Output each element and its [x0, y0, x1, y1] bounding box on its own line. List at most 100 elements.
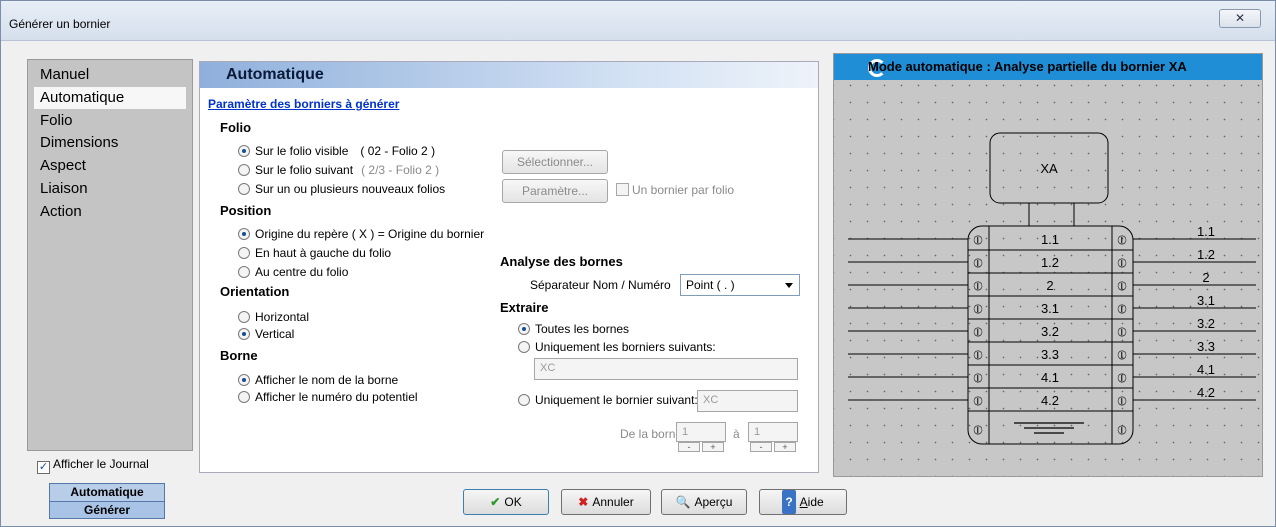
- section-link-parametres[interactable]: Paramètre des borniers à générer: [208, 97, 399, 111]
- radio-icon: [238, 374, 250, 386]
- borniers-suivants-input[interactable]: XC: [534, 358, 798, 380]
- radio-horizontal[interactable]: Horizontal: [238, 310, 309, 324]
- terminal-label: 2: [1046, 278, 1053, 293]
- nav-item-action[interactable]: Action: [34, 201, 186, 223]
- terminal-label-right: 4.2: [1197, 385, 1215, 400]
- cross-icon: ✖: [578, 495, 589, 509]
- journal-checkbox[interactable]: ✓ Afficher le Journal: [37, 457, 149, 474]
- terminal-symbol-icon: ⦶: [1117, 233, 1127, 248]
- nav-item-automatique[interactable]: Automatique: [34, 87, 186, 109]
- preview-header: Mode automatique : Analyse partielle du …: [834, 54, 1262, 80]
- radio-label: Afficher le numéro du potentiel: [255, 390, 418, 404]
- terminal-symbol-icon: ⦶: [973, 371, 983, 386]
- nav-item-liaison[interactable]: Liaison: [34, 178, 186, 200]
- cancel-button[interactable]: ✖ Annuler: [561, 489, 651, 515]
- radio-label: Toutes les bornes: [535, 322, 630, 336]
- radio-numero-potentiel[interactable]: Afficher le numéro du potentiel: [238, 390, 418, 404]
- terminal-symbol-icon: ⦶: [973, 256, 983, 271]
- terminal-label: 3.2: [1041, 324, 1059, 339]
- panel-title: Automatique: [226, 66, 324, 83]
- radio-label: Sur le folio suivant: [255, 163, 354, 177]
- terminal-symbol-icon: ⦶: [1117, 394, 1127, 409]
- range-to-input[interactable]: 1: [748, 422, 798, 442]
- checkbox-icon: [616, 183, 629, 196]
- radio-icon: [238, 311, 250, 323]
- close-button[interactable]: ✕: [1219, 9, 1261, 28]
- mode-tab-generer[interactable]: Générer: [50, 501, 164, 518]
- radio-nouveaux-folios[interactable]: Sur un ou plusieurs nouveaux folios: [238, 182, 445, 196]
- bornier-name: XA: [1040, 161, 1058, 176]
- close-icon: ✕: [1234, 11, 1246, 25]
- terminal-label-right: 1.2: [1197, 247, 1215, 262]
- terminal-label: 3.1: [1041, 301, 1059, 316]
- one-per-folio-checkbox[interactable]: Un bornier par folio: [616, 183, 734, 197]
- radio-icon: [238, 145, 250, 157]
- radio-origine-repere[interactable]: Origine du repère ( X ) = Origine du bor…: [238, 227, 484, 241]
- check-icon: ✔: [490, 495, 501, 509]
- radio-borniers-suivants[interactable]: Uniquement les borniers suivants:: [518, 340, 716, 354]
- radio-icon: [238, 164, 250, 176]
- terminal-symbol-icon: ⦶: [1117, 348, 1127, 363]
- radio-icon: [238, 228, 250, 240]
- terminal-symbol-icon: ⦶: [1117, 302, 1127, 317]
- panel-header: Automatique: [200, 62, 818, 88]
- terminal-symbol-icon: ⦶: [1117, 325, 1127, 340]
- radio-haut-gauche[interactable]: En haut à gauche du folio: [238, 246, 391, 260]
- radio-icon: [238, 247, 250, 259]
- radio-folio-suivant[interactable]: Sur le folio suivant ( 2/3 - Folio 2 ): [238, 163, 439, 177]
- radio-folio-visible[interactable]: Sur le folio visible ( 02 - Folio 2 ): [238, 144, 435, 158]
- radio-icon: [238, 183, 250, 195]
- automatique-panel: Automatique Paramètre des borniers à gén…: [199, 61, 819, 473]
- nav-list: Manuel Automatique Folio Dimensions Aspe…: [27, 59, 193, 451]
- radio-icon: [518, 341, 530, 353]
- help-label-prefix: A: [799, 495, 808, 509]
- terminal-label: 1.1: [1041, 232, 1059, 247]
- nav-item-aspect[interactable]: Aspect: [34, 155, 186, 177]
- terminal-symbol-icon: ⦶: [1117, 423, 1127, 438]
- folio-suivant-info: ( 2/3 - Folio 2 ): [361, 163, 440, 177]
- preview-panel: Mode automatique : Analyse partielle du …: [833, 53, 1263, 477]
- radio-label: Uniquement les borniers suivants:: [535, 340, 716, 354]
- select-button[interactable]: Sélectionner...: [502, 150, 608, 174]
- ok-button[interactable]: ✔ OK: [463, 489, 549, 515]
- nav-item-manuel[interactable]: Manuel: [34, 64, 186, 86]
- help-button[interactable]: ? Aide: [759, 489, 847, 515]
- range-from-minus[interactable]: -: [678, 442, 700, 452]
- radio-vertical[interactable]: Vertical: [238, 327, 294, 341]
- window-title: Générer un bornier: [9, 17, 111, 31]
- range-from-plus[interactable]: +: [702, 442, 724, 452]
- terminal-symbol-icon: ⦶: [973, 394, 983, 409]
- radio-label: Vertical: [255, 327, 295, 341]
- help-label-rest: ide: [807, 495, 824, 509]
- radio-bornier-suivant[interactable]: Uniquement le bornier suivant:: [518, 393, 698, 407]
- checkbox-label: Un bornier par folio: [632, 183, 735, 197]
- radio-icon: [518, 323, 530, 335]
- chevron-down-icon: [785, 283, 793, 288]
- bornier-suivant-input[interactable]: XC: [697, 390, 798, 412]
- preview-button[interactable]: 🔍 Aperçu: [661, 489, 747, 515]
- radio-nom-borne[interactable]: Afficher le nom de la borne: [238, 373, 398, 387]
- terminal-label-right: 3.1: [1197, 293, 1215, 308]
- range-to-minus[interactable]: -: [750, 442, 772, 452]
- title-bar: Générer un bornier ✕: [1, 1, 1275, 41]
- nav-item-dimensions[interactable]: Dimensions: [34, 132, 186, 154]
- position-heading: Position: [220, 203, 272, 218]
- separator-select[interactable]: Point ( . ): [680, 274, 800, 296]
- radio-toutes-bornes[interactable]: Toutes les bornes: [518, 322, 629, 336]
- folio-heading: Folio: [220, 120, 252, 135]
- help-icon: ?: [782, 490, 796, 514]
- terminal-symbol-icon: ⦶: [973, 279, 983, 294]
- range-to-plus[interactable]: +: [774, 442, 796, 452]
- nav-item-folio[interactable]: Folio: [34, 110, 186, 132]
- mode-tab-automatique[interactable]: Automatique: [50, 484, 164, 501]
- analyse-heading: Analyse des bornes: [500, 254, 623, 269]
- terminal-label-right: 4.1: [1197, 362, 1215, 377]
- bornier-diagram: XA ⦶ ⦶ 1.1 1.1 ⦶ ⦶ 1.2 1.2 ⦶ ⦶ 2 2 ⦶ ⦶ 3.1 3.1 ⦶ ⦶ 3.2 3.2 ⦶…: [848, 132, 1256, 445]
- range-from-input[interactable]: 1: [676, 422, 726, 442]
- param-button[interactable]: Paramètre...: [502, 179, 608, 203]
- radio-label: Origine du repère ( X ) = Origine du bor…: [255, 227, 485, 241]
- separator-value: Point ( . ): [686, 278, 735, 292]
- terminal-symbol-icon: ⦶: [973, 325, 983, 340]
- radio-centre-folio[interactable]: Au centre du folio: [238, 265, 348, 279]
- terminal-label-right: 1.1: [1197, 224, 1215, 239]
